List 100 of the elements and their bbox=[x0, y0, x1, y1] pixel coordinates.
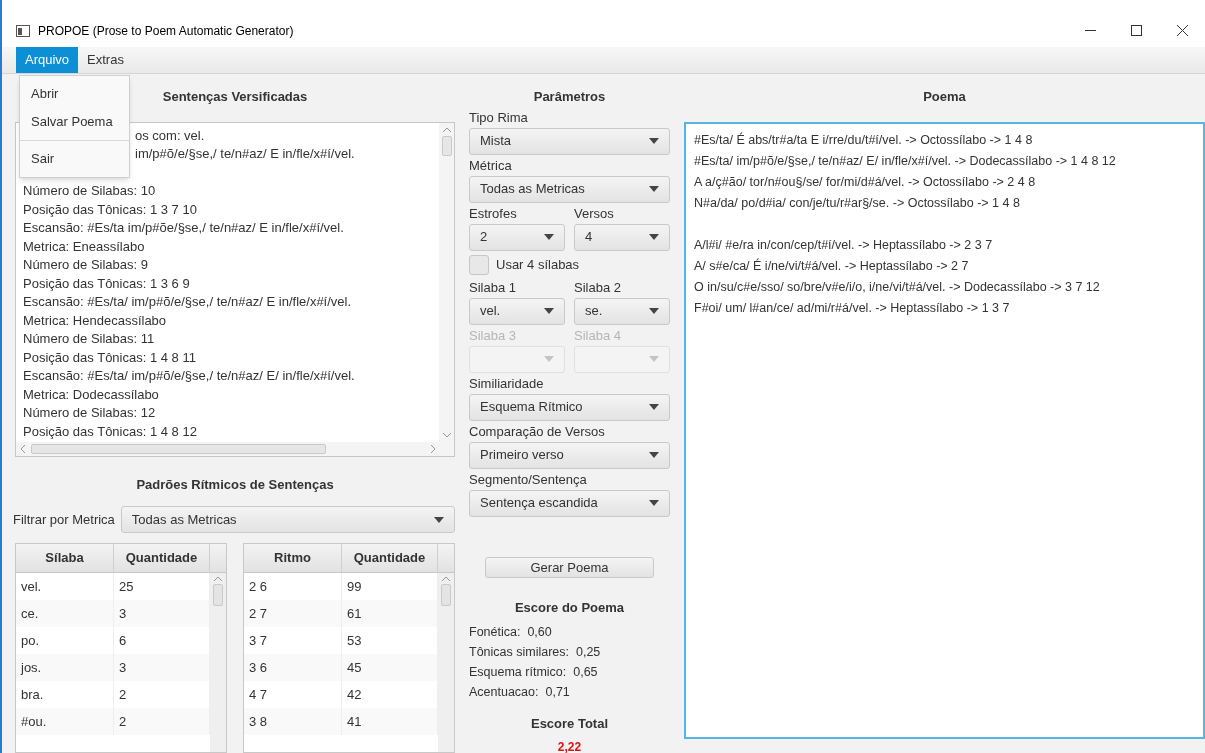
field-label: Comparação de Versos bbox=[469, 422, 606, 441]
caret-icon bbox=[649, 404, 659, 410]
field-label: Silaba 2 bbox=[574, 278, 622, 297]
text-line: Número de Silabas: 10 bbox=[23, 182, 156, 200]
poem-line: A a/ç#ão/ tor/n#ou§/se/ for/mi/d#á/vel. -> Octossílabo -> 2 4 8 bbox=[694, 173, 1036, 191]
poem-line: #Es/ta/ im/p#õ/e/§se,/ te/n#az/ E/ in/fle/x#í/vel. -> Dodecassílabo -> 1 4 8 12 bbox=[694, 152, 1116, 170]
horizontal-scrollbar[interactable] bbox=[16, 441, 454, 456]
section-title: Parâmetros bbox=[532, 88, 607, 106]
caret-icon bbox=[434, 516, 444, 523]
dropdown[interactable]: 4 bbox=[574, 223, 670, 251]
text-line: Número de Silabas: 12 bbox=[23, 404, 156, 422]
close-icon bbox=[1176, 25, 1188, 36]
text-line: os com: vel. bbox=[135, 126, 205, 145]
score-line: Acentuacao: 0,71 bbox=[469, 683, 571, 701]
vertical-scrollbar[interactable] bbox=[438, 573, 454, 752]
app-icon bbox=[16, 24, 30, 37]
checkbox-label: Usar 4 sílabas bbox=[496, 255, 580, 274]
caret-icon bbox=[649, 452, 659, 458]
dropdown[interactable]: Esquema Rítmico bbox=[469, 393, 670, 421]
scroll-left-icon bbox=[20, 444, 25, 453]
score-total-value: 2,22 bbox=[556, 739, 583, 753]
dropdown[interactable]: se. bbox=[574, 297, 670, 325]
section-title: Padrões Rítmicos de Sentenças bbox=[135, 475, 335, 494]
column-header[interactable]: Sílaba bbox=[16, 544, 114, 572]
caret-icon bbox=[544, 308, 554, 314]
generate-button[interactable]: Gerar Poema bbox=[485, 556, 654, 578]
text-line: Posição das Tônicas: 1 4 8 11 bbox=[23, 348, 196, 367]
dropdown[interactable] bbox=[574, 345, 670, 373]
text-line: Escansão: #Es/ta im/p#õe/§se,/ te/n#az/ E in/fle/x#í/vel. bbox=[23, 219, 344, 237]
dropdown[interactable]: 2 bbox=[469, 223, 565, 251]
section-title: Sentenças Versificadas bbox=[162, 88, 308, 106]
caret-icon bbox=[649, 234, 659, 240]
poem-line: N#a/da/ po/d#ia/ con/je/tu/r#ar§/se. -> Octossílabo -> 1 4 8 bbox=[694, 194, 1020, 212]
scroll-thumb[interactable] bbox=[441, 584, 451, 606]
scroll-thumb[interactable] bbox=[31, 443, 326, 454]
dropdown[interactable]: Todas as Metricas bbox=[469, 175, 670, 203]
caret-icon bbox=[649, 308, 659, 314]
text-line: Posição das Tônicas: 1 4 8 12 bbox=[23, 422, 197, 441]
menu-item[interactable]: Arquivo bbox=[16, 47, 79, 73]
scroll-right-icon bbox=[431, 444, 436, 453]
field-label: Versos bbox=[574, 204, 615, 223]
caret-icon bbox=[544, 356, 554, 362]
scroll-up-icon bbox=[214, 576, 222, 581]
dropdown[interactable]: Sentença escandida bbox=[469, 489, 670, 517]
text-line: Escansão: #Es/ta/ im/p#õ/e/§se,/ te/n#az/ E/ in/fle/x#í/vel. bbox=[23, 367, 355, 385]
minimize-icon bbox=[1084, 30, 1096, 31]
poem-line: A/ s#e/ca/ É i/ne/vi/t#á/vel. -> Heptassílabo -> 2 7 bbox=[694, 257, 969, 275]
text-line: im/p#õ/e/§se,/ te/n#az/ E in/fle/x#í/vel. bbox=[135, 145, 355, 163]
vertical-scrollbar[interactable] bbox=[439, 122, 454, 442]
text-line: Metrica: Hendecassílabo bbox=[23, 311, 167, 330]
dropdown[interactable]: Primeiro verso bbox=[469, 441, 670, 469]
dropdown[interactable]: vel. bbox=[469, 297, 565, 325]
scroll-down-icon bbox=[442, 432, 451, 438]
text-line: Posição das Tônicas: 1 3 7 10 bbox=[23, 200, 197, 219]
field-label: Segmento/Sentença bbox=[469, 470, 588, 489]
menu-item[interactable]: Extras bbox=[78, 47, 133, 73]
field-label: Tipo Rima bbox=[469, 108, 529, 127]
dropdown[interactable] bbox=[469, 345, 565, 373]
score-line: Fonética: 0,60 bbox=[469, 623, 553, 641]
field-label: Estrofes bbox=[469, 204, 518, 223]
dropdown[interactable]: Todas as Metricas bbox=[120, 506, 455, 533]
poem-line: A/l#i/ #e/ra in/con/cep/t#í/vel. -> Heptassílabo -> 2 3 7 bbox=[694, 236, 993, 254]
score-line: Esquema rítmico: 0,65 bbox=[469, 663, 599, 681]
column-header[interactable]: Quantidade bbox=[114, 544, 210, 572]
caret-icon bbox=[649, 500, 659, 506]
field-label: Similiaridade bbox=[469, 374, 545, 393]
scroll-up-icon bbox=[442, 126, 451, 132]
field-label: Silaba 3 bbox=[469, 326, 517, 345]
menu-option[interactable]: Sair bbox=[20, 145, 129, 173]
scroll-thumb[interactable] bbox=[213, 584, 223, 606]
text-line: Escansão: #Es/ta/ im/p#õ/e/§se,/ te/n#az/ E in/fle/x#í/vel. bbox=[23, 293, 352, 311]
score-total-title: Escore Total bbox=[529, 714, 610, 733]
table-cell: 3 8 bbox=[244, 708, 342, 735]
section-title: Poema bbox=[922, 88, 967, 106]
poem-line: #Es/ta/ É abs/tr#a/ta E i/rre/du/t#í/vel. -> Octossílabo -> 1 4 8 bbox=[694, 131, 1033, 149]
window-title: PROPOE (Prose to Poem Automatic Generator) bbox=[38, 22, 294, 40]
scroll-thumb[interactable] bbox=[441, 135, 452, 156]
menu-option[interactable]: Salvar Poema bbox=[20, 108, 129, 136]
dropdown[interactable]: Mista bbox=[469, 127, 670, 155]
text-line: Número de Silabas: 11 bbox=[23, 330, 155, 348]
field-label: Silaba 1 bbox=[469, 278, 517, 297]
text-line: Posição das Tônicas: 1 3 6 9 bbox=[23, 274, 190, 293]
score-line: Tônicas similares: 0,25 bbox=[469, 643, 602, 661]
poem-line: F#oi/ um/ l#an/ce/ ad/mi/r#á/vel. -> Heptassílabo -> 1 3 7 bbox=[694, 299, 1010, 317]
caret-icon bbox=[544, 234, 554, 240]
text-line: Número de Silabas: 9 bbox=[23, 256, 148, 274]
menu-option[interactable]: Abrir bbox=[20, 80, 129, 108]
vertical-scrollbar[interactable] bbox=[210, 573, 226, 752]
caret-icon bbox=[649, 356, 659, 362]
poem-text-area[interactable] bbox=[684, 121, 1205, 739]
caret-icon bbox=[649, 186, 659, 192]
poem-line: O in/su/c#e/sso/ so/bre/v#e/i/o, i/ne/vi/t#á/vel. -> Dodecassílabo -> 3 7 12 bbox=[694, 278, 1100, 296]
field-label: Métrica bbox=[469, 156, 513, 175]
column-header[interactable]: Quantidade bbox=[342, 544, 438, 572]
column-header[interactable]: Ritmo bbox=[244, 544, 342, 572]
field-label: Silaba 4 bbox=[574, 326, 622, 345]
maximize-icon bbox=[1130, 25, 1142, 36]
filter-label: Filtrar por Metrica bbox=[13, 510, 115, 529]
score-title: Escore do Poema bbox=[513, 599, 626, 617]
checkbox[interactable] bbox=[469, 254, 489, 275]
